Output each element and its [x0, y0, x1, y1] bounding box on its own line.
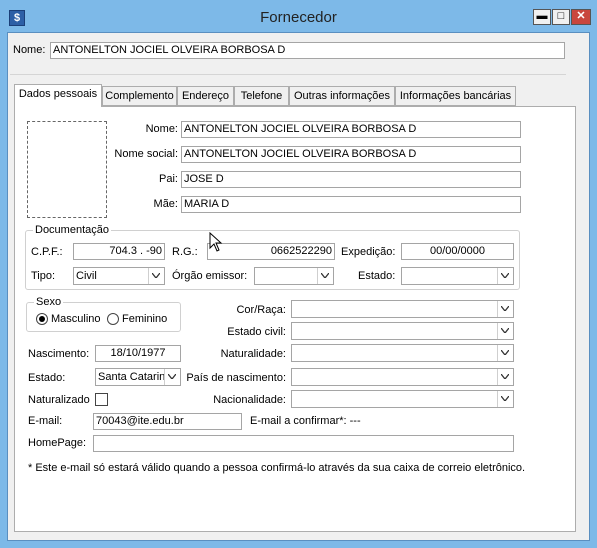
- close-button[interactable]: ✕: [571, 9, 591, 25]
- email-field[interactable]: 70043@ite.edu.br: [93, 413, 242, 430]
- tipo-select[interactable]: Civil: [73, 267, 165, 285]
- window-title: Fornecedor: [260, 9, 337, 26]
- nascimento-field[interactable]: 18/10/1977: [95, 345, 181, 362]
- naturalidade-label: Naturalidade:: [220, 348, 286, 360]
- tab-dados-pessoais[interactable]: Dados pessoais: [14, 84, 102, 107]
- tipo-value: Civil: [76, 270, 97, 282]
- rg-label: R.G.:: [172, 246, 198, 258]
- email-label: E-mail:: [28, 415, 63, 427]
- minimize-button[interactable]: ▬: [533, 9, 551, 25]
- orgao-select[interactable]: [254, 267, 334, 285]
- photo-placeholder[interactable]: [27, 121, 107, 218]
- nacionalidade-select[interactable]: [291, 390, 514, 408]
- chevron-down-icon[interactable]: [148, 268, 164, 284]
- tipo-label: Tipo:: [31, 270, 56, 282]
- sexo-title: Sexo: [34, 296, 64, 308]
- homepage-field[interactable]: [93, 435, 514, 452]
- mae-field[interactable]: MARIA D: [181, 196, 521, 213]
- tab-endereco[interactable]: Endereço: [177, 86, 234, 106]
- estado-value: Santa Catarina: [98, 371, 172, 383]
- documentacao-title: Documentação: [33, 224, 111, 236]
- tab-telefone[interactable]: Telefone: [234, 86, 289, 106]
- pai-field[interactable]: JOSE D: [181, 171, 521, 188]
- expedicao-field[interactable]: 00/00/0000: [401, 243, 514, 260]
- close-icon: ✕: [576, 10, 586, 22]
- mae-label: Mãe:: [153, 198, 178, 210]
- masculino-label: Masculino: [51, 313, 101, 325]
- chevron-down-icon[interactable]: [497, 369, 513, 385]
- email-confirm-label: E-mail a confirmar*: ---: [250, 415, 361, 427]
- pai-label: Pai:: [159, 173, 178, 185]
- estado-label: Estado:: [28, 372, 66, 384]
- naturalidade-select[interactable]: [291, 344, 514, 362]
- chevron-down-icon[interactable]: [497, 323, 513, 339]
- cpf-field[interactable]: 704.3 . -90: [73, 243, 165, 260]
- chevron-down-icon[interactable]: [164, 369, 180, 385]
- nacionalidade-label: Nacionalidade:: [213, 394, 286, 406]
- homepage-label: HomePage:: [28, 437, 87, 449]
- cor-label: Cor/Raça:: [236, 304, 286, 316]
- doc-estado-select[interactable]: [401, 267, 514, 285]
- chevron-down-icon[interactable]: [497, 268, 513, 284]
- chevron-down-icon[interactable]: [497, 345, 513, 361]
- orgao-label: Órgão emissor:: [172, 270, 248, 282]
- footnote: * Este e-mail só estará válido quando a …: [28, 462, 526, 474]
- pais-label: País de nascimento:: [186, 372, 286, 384]
- nome-social-label: Nome social:: [114, 148, 178, 160]
- rg-field[interactable]: 0662522290: [207, 243, 335, 260]
- estado-civil-label: Estado civil:: [227, 326, 286, 338]
- pais-select[interactable]: [291, 368, 514, 386]
- naturalizado-checkbox[interactable]: [95, 393, 108, 406]
- minimize-icon: ▬: [536, 10, 548, 22]
- estado-select[interactable]: Santa Catarina: [95, 368, 181, 386]
- nome-field[interactable]: ANTONELTON JOCIEL OLVEIRA BORBOSA D: [181, 121, 521, 138]
- nascimento-label: Nascimento:: [28, 348, 90, 360]
- feminino-label: Feminino: [122, 313, 168, 325]
- nome-label: Nome:: [145, 123, 178, 135]
- doc-estado-label: Estado:: [358, 270, 396, 282]
- tab-informacoes-bancarias[interactable]: Informações bancárias: [395, 86, 516, 106]
- header-name-label: Nome:: [13, 44, 46, 56]
- chevron-down-icon[interactable]: [497, 391, 513, 407]
- maximize-button[interactable]: □: [552, 9, 570, 25]
- radio-masculino[interactable]: [36, 313, 48, 325]
- cpf-label: C.P.F.:: [31, 246, 63, 258]
- window: $ Fornecedor ▬ □ ✕ Nome: ANTONELTON JOCI…: [0, 0, 597, 548]
- title-bar: $ Fornecedor ▬ □ ✕: [0, 0, 597, 32]
- maximize-icon: □: [557, 10, 565, 22]
- cor-select[interactable]: [291, 300, 514, 318]
- radio-feminino[interactable]: [107, 313, 119, 325]
- chevron-down-icon[interactable]: [497, 301, 513, 317]
- chevron-down-icon[interactable]: [317, 268, 333, 284]
- nome-social-field[interactable]: ANTONELTON JOCIEL OLVEIRA BORBOSA D: [181, 146, 521, 163]
- header-name-field[interactable]: ANTONELTON JOCIEL OLVEIRA BORBOSA D: [50, 42, 565, 59]
- expedicao-label: Expedição:: [341, 246, 396, 258]
- mouse-cursor-icon: [209, 232, 223, 252]
- tab-complemento[interactable]: Complemento: [102, 86, 177, 106]
- tab-outras-informacoes[interactable]: Outras informações: [289, 86, 395, 106]
- naturalizado-label: Naturalizado: [28, 394, 90, 406]
- estado-civil-select[interactable]: [291, 322, 514, 340]
- divider: [10, 74, 566, 75]
